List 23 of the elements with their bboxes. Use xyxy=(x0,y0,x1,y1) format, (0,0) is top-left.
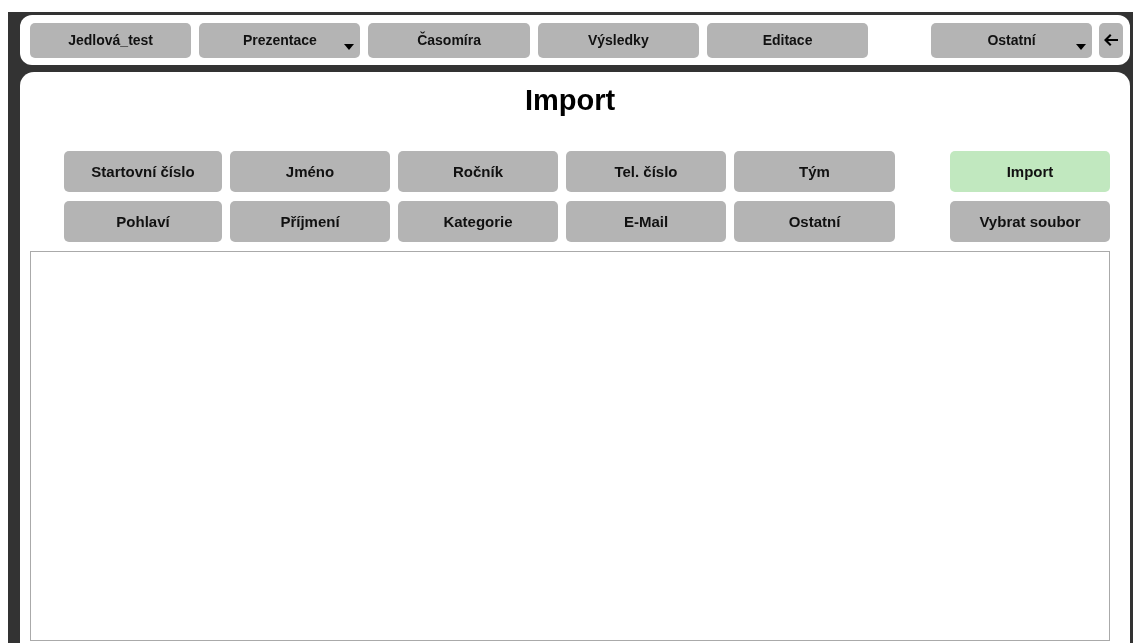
back-arrow-icon xyxy=(1104,34,1119,46)
field-button[interactable]: Kategorie xyxy=(398,201,558,242)
field-button[interactable]: Tel. číslo xyxy=(566,151,726,192)
nav-button[interactable]: Prezentace xyxy=(199,22,361,58)
choose-file-button[interactable]: Vybrat soubor xyxy=(950,201,1110,242)
field-button[interactable]: Ostatní xyxy=(734,201,895,242)
back-button[interactable] xyxy=(1099,22,1124,58)
nav-button[interactable]: Ostatní xyxy=(930,22,1093,58)
field-button[interactable]: E-Mail xyxy=(566,201,726,242)
field-button[interactable]: Příjmení xyxy=(230,201,390,242)
page-title: Import xyxy=(523,84,617,118)
field-button[interactable]: Startovní číslo xyxy=(64,151,222,192)
field-button[interactable]: Jméno xyxy=(230,151,390,192)
field-button[interactable]: Pohlaví xyxy=(64,201,222,242)
field-button[interactable]: Ročník xyxy=(398,151,558,192)
import-button[interactable]: Import xyxy=(950,151,1110,192)
field-button[interactable]: Tým xyxy=(734,151,895,192)
caret-icon xyxy=(1076,43,1087,50)
nav-button[interactable]: Editace xyxy=(706,22,869,58)
caret-icon xyxy=(344,43,355,50)
nav-button[interactable]: Časomíra xyxy=(368,22,530,58)
nav-button[interactable]: Výsledky xyxy=(537,22,699,58)
nav-button[interactable]: Jedlová_test xyxy=(30,22,192,58)
